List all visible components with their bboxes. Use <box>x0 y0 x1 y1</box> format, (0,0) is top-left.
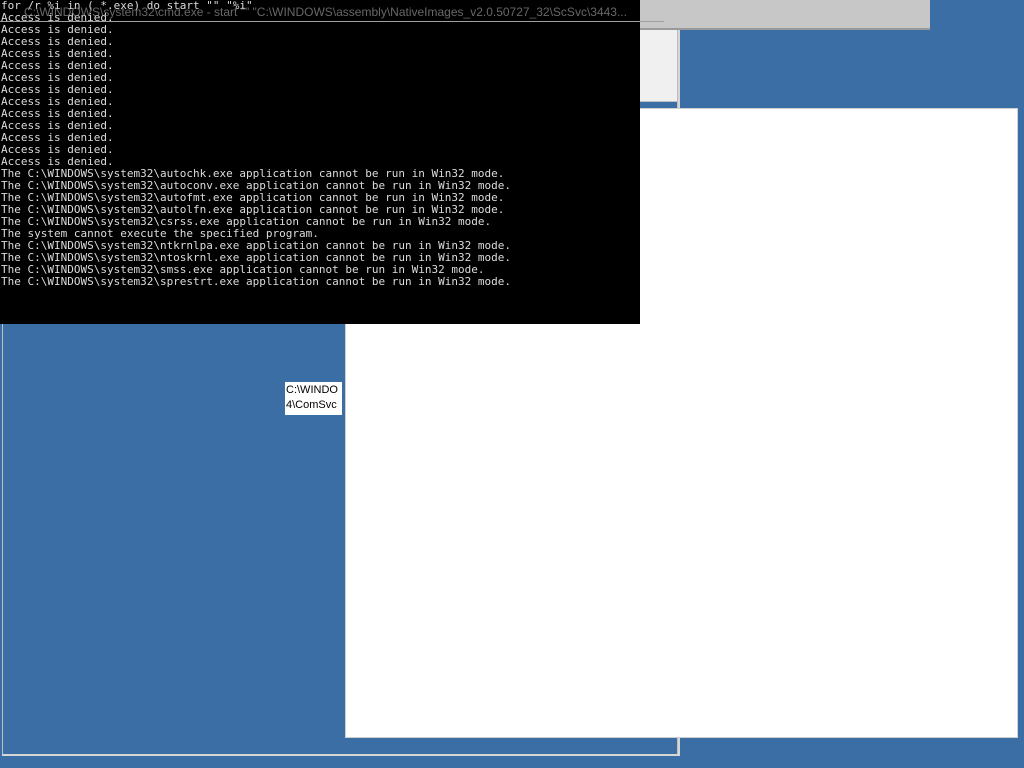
path-label-line-1: C:\WINDO <box>286 384 338 396</box>
console-title: C:\WINDOWS\system32\cmd.exe - start "" "… <box>24 5 627 19</box>
path-label: C:\WINDO 4\ComSvc <box>285 382 342 415</box>
background-window-bottom-edge <box>2 754 680 756</box>
console-output: for /r %i in ( *.exe) do start "" "%i" Ac… <box>0 0 640 288</box>
title-divider <box>0 21 664 22</box>
console-line: The C:\WINDOWS\system32\sprestrt.exe app… <box>1 275 511 288</box>
command-prompt-window[interactable]: for /r %i in ( *.exe) do start "" "%i" Ac… <box>0 0 640 324</box>
path-label-line-2: 4\ComSvc <box>286 399 337 411</box>
